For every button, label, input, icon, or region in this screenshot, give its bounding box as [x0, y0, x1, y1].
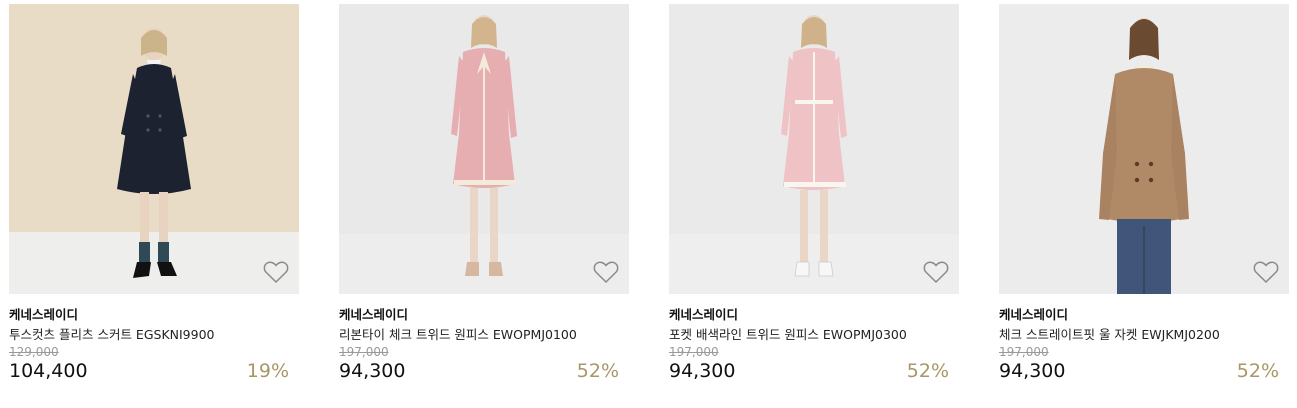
- product-name[interactable]: 체크 스트레이트핏 울 자켓 EWJKMJ0200: [999, 324, 1220, 343]
- product-image[interactable]: [9, 4, 299, 294]
- original-price: 197,000: [339, 345, 389, 359]
- product-card[interactable]: 케네스레이디 투스컷츠 플리츠 스커트 EGSKNI9900 129,000 1…: [9, 4, 299, 404]
- discount-rate: 52%: [576, 360, 619, 382]
- sale-price: 104,400: [9, 360, 88, 382]
- heart-outline-icon[interactable]: [1253, 260, 1279, 284]
- brand-name[interactable]: 케네스레이디: [669, 304, 738, 323]
- sale-price: 94,300: [339, 360, 406, 382]
- product-image[interactable]: [339, 4, 629, 294]
- product-photo: [339, 4, 629, 294]
- heart-outline-icon[interactable]: [263, 260, 289, 284]
- product-photo: [9, 4, 299, 294]
- product-image[interactable]: [999, 4, 1289, 294]
- brand-name[interactable]: 케네스레이디: [339, 304, 408, 323]
- product-photo: [669, 4, 959, 294]
- product-name[interactable]: 포켓 배색라인 트위드 원피스 EWOPMJ0300: [669, 324, 907, 343]
- sale-price: 94,300: [999, 360, 1066, 382]
- product-name[interactable]: 리본타이 체크 트위드 원피스 EWOPMJ0100: [339, 324, 577, 343]
- heart-outline-icon[interactable]: [923, 260, 949, 284]
- discount-rate: 52%: [1236, 360, 1279, 382]
- original-price: 197,000: [999, 345, 1049, 359]
- product-card[interactable]: 케네스레이디 리본타이 체크 트위드 원피스 EWOPMJ0100 197,00…: [339, 4, 629, 404]
- original-price: 129,000: [9, 345, 59, 359]
- brand-name[interactable]: 케네스레이디: [9, 304, 78, 323]
- product-card[interactable]: 케네스레이디 포켓 배색라인 트위드 원피스 EWOPMJ0300 197,00…: [669, 4, 959, 404]
- product-photo: [999, 4, 1289, 294]
- discount-rate: 52%: [906, 360, 949, 382]
- product-grid: 케네스레이디 투스컷츠 플리츠 스커트 EGSKNI9900 129,000 1…: [0, 0, 1297, 408]
- product-name[interactable]: 투스컷츠 플리츠 스커트 EGSKNI9900: [9, 324, 215, 343]
- product-card[interactable]: 케네스레이디 체크 스트레이트핏 울 자켓 EWJKMJ0200 197,000…: [999, 4, 1289, 404]
- brand-name[interactable]: 케네스레이디: [999, 304, 1068, 323]
- heart-outline-icon[interactable]: [593, 260, 619, 284]
- discount-rate: 19%: [246, 360, 289, 382]
- original-price: 197,000: [669, 345, 719, 359]
- product-image[interactable]: [669, 4, 959, 294]
- sale-price: 94,300: [669, 360, 736, 382]
